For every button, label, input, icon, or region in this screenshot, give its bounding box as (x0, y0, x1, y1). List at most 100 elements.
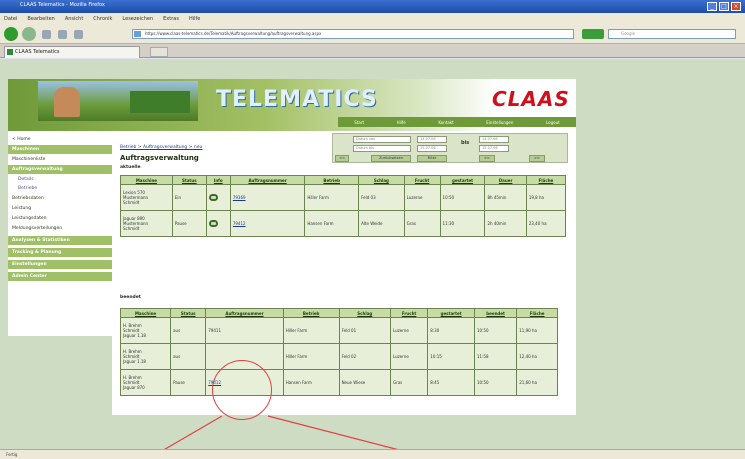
tab-bar: CLAAS Telematics (0, 44, 745, 58)
filter-button[interactable]: Filter (417, 155, 447, 162)
date-from-value[interactable]: 14.07.06 (417, 136, 447, 143)
sidebar-item-farms[interactable]: Betriebe (8, 184, 112, 193)
col-farm[interactable]: Betrieb (282, 308, 340, 318)
sidebar-item-analysis[interactable]: Analysen & Statistiken (8, 236, 112, 245)
back-icon[interactable] (4, 27, 18, 41)
sidebar-item-notifications[interactable]: Meldungsverteilungen (8, 224, 112, 233)
range-to-value[interactable]: 15.07.06 (479, 145, 509, 152)
col-area[interactable]: Fläche (516, 308, 558, 318)
table-header-row: Maschine Status Auftragsnummer Betrieb S… (119, 308, 558, 318)
finished-orders-table: Maschine Status Auftragsnummer Betrieb S… (119, 308, 558, 396)
top-nav-settings[interactable]: Einstellungen (486, 120, 513, 125)
col-farm[interactable]: Betrieb (304, 175, 360, 185)
date-filter-panel: Datum von 14.07.06 Datum bis 15.07.06 bi… (332, 133, 568, 163)
cell-crop: Luzerne (389, 343, 429, 370)
cell-started: 11:30 (439, 210, 486, 237)
reset-button[interactable]: Zurücksetzen (371, 155, 411, 162)
sidebar-item-performance[interactable]: Leistung (8, 204, 112, 213)
reload-icon[interactable] (42, 30, 51, 39)
col-machine[interactable]: Maschine (119, 308, 172, 318)
table-row[interactable]: Jaguar 890 Mustermann Schmidt Pause 7941… (120, 210, 567, 237)
cell-started: 10:50 (439, 184, 486, 211)
order-link[interactable]: 79369 (233, 195, 246, 200)
menu-item-tools[interactable]: Extras (163, 16, 179, 22)
table-row[interactable]: Lexion 570 Mustermann Schmidt Ein 79369 … (120, 184, 567, 211)
menu-item-history[interactable]: Chronik (93, 16, 112, 22)
sidebar-item-machines[interactable]: Maschinen (8, 145, 112, 154)
stop-icon[interactable] (58, 30, 67, 39)
breadcrumb[interactable]: Betrieb > Auftragsverwaltung > neu (120, 145, 202, 150)
minimize-icon[interactable]: _ (707, 2, 717, 11)
col-field[interactable]: Schlag (338, 308, 391, 318)
sidebar-item-performance-data[interactable]: Leistungsdaten (8, 214, 112, 223)
tractor-icon[interactable] (208, 194, 218, 201)
tab-claas-telematics[interactable]: CLAAS Telematics (4, 46, 140, 58)
table-row[interactable]: H. Brehm Schmidt Jaguar 1.18 aus Hiller … (119, 343, 558, 370)
sidebar-item-details[interactable]: Details (8, 175, 112, 184)
col-duration[interactable]: Dauer (484, 175, 527, 185)
cell-farm: Hansen Farm (304, 210, 360, 237)
sidebar-item-operating-data[interactable]: Betriebsdaten (8, 194, 112, 203)
col-area[interactable]: Fläche (525, 175, 567, 185)
top-nav-logout[interactable]: Logout (546, 120, 560, 125)
cell-machine: Jaguar 890 Mustermann Schmidt (120, 210, 173, 237)
address-bar[interactable]: https://www.claas-telematics.de/Telemati… (132, 29, 574, 39)
status-bar: Fertig (0, 449, 745, 459)
tractor-icon[interactable] (208, 220, 218, 227)
sidebar-item-order-management[interactable]: Auftragsverwaltung (8, 165, 112, 174)
more-button[interactable]: >> (529, 155, 545, 162)
order-link[interactable]: 79412 (208, 380, 221, 385)
home-icon[interactable] (74, 30, 83, 39)
prev-button[interactable]: << (335, 155, 349, 162)
cell-farm: Hiller Farm (304, 184, 360, 211)
order-link[interactable]: 79412 (233, 221, 246, 226)
range-from-value[interactable]: 14.07.06 (479, 136, 509, 143)
tab-favicon-icon (7, 49, 13, 55)
table-row[interactable]: H. Brehm Schmidt Jaguar 870 Pause 79412 … (119, 369, 558, 396)
col-machine[interactable]: Maschine (120, 175, 173, 185)
col-crop[interactable]: Frucht (389, 308, 429, 318)
sidebar-item-settings[interactable]: Einstellungen (8, 260, 112, 269)
cell-crop: Gras (403, 210, 441, 237)
cell-field: Alte Weide (358, 210, 405, 237)
col-field[interactable]: Schlag (358, 175, 405, 185)
menu-item-file[interactable]: Datei (4, 16, 17, 22)
search-input[interactable]: Google (608, 29, 736, 39)
cell-duration: 8h 45min (484, 184, 527, 211)
sidebar-item-machine-list[interactable]: Maschinenliste (8, 155, 112, 164)
col-started[interactable]: gestartet (439, 175, 486, 185)
menu-item-edit[interactable]: Bearbeiten (27, 16, 54, 22)
col-order-number[interactable]: Auftragsnummer (229, 175, 306, 185)
sidebar-item-admin[interactable]: Admin Center (8, 272, 112, 281)
date-to-value[interactable]: 15.07.06 (417, 145, 447, 152)
cell-machine: H. Brehm Schmidt Jaguar 870 (119, 369, 172, 396)
top-nav-help[interactable]: Hilfe (397, 120, 406, 125)
col-order-number[interactable]: Auftragsnummer (205, 308, 284, 318)
window-title: CLAAS Telematics - Mozilla Firefox (20, 2, 105, 8)
site-icon (134, 31, 141, 37)
col-status[interactable]: Status (170, 308, 207, 318)
top-nav-contact[interactable]: Kontakt (438, 120, 453, 125)
menu-item-view[interactable]: Ansicht (65, 16, 83, 22)
col-status[interactable]: Status (171, 175, 207, 185)
go-button[interactable] (582, 29, 604, 39)
col-crop[interactable]: Frucht (403, 175, 441, 185)
close-icon[interactable]: × (731, 2, 741, 11)
col-started[interactable]: gestartet (427, 308, 475, 318)
forward-icon[interactable] (22, 27, 36, 41)
col-ended[interactable]: beendet (473, 308, 518, 318)
top-nav-start[interactable]: Start (354, 120, 364, 125)
cell-field: Feld 02 (338, 343, 391, 370)
new-tab-button[interactable] (150, 47, 168, 57)
sidebar-item-tracking[interactable]: Tracking & Planung (8, 248, 112, 257)
maximize-icon[interactable]: □ (719, 2, 729, 11)
table-row[interactable]: H. Brehm Schmidt Jaguar 1.18 aus 79411 H… (119, 317, 558, 344)
cell-ended: 11:58 (473, 343, 518, 370)
menu-item-help[interactable]: Hilfe (189, 16, 200, 22)
date-from-input[interactable]: Datum von (353, 136, 411, 143)
date-to-input[interactable]: Datum bis (353, 145, 411, 152)
col-info[interactable]: Info (205, 175, 231, 185)
sidebar-item-home[interactable]: < Home (8, 135, 112, 144)
next-button[interactable]: >> (479, 155, 495, 162)
menu-item-bookmarks[interactable]: Lesezeichen (122, 16, 153, 22)
